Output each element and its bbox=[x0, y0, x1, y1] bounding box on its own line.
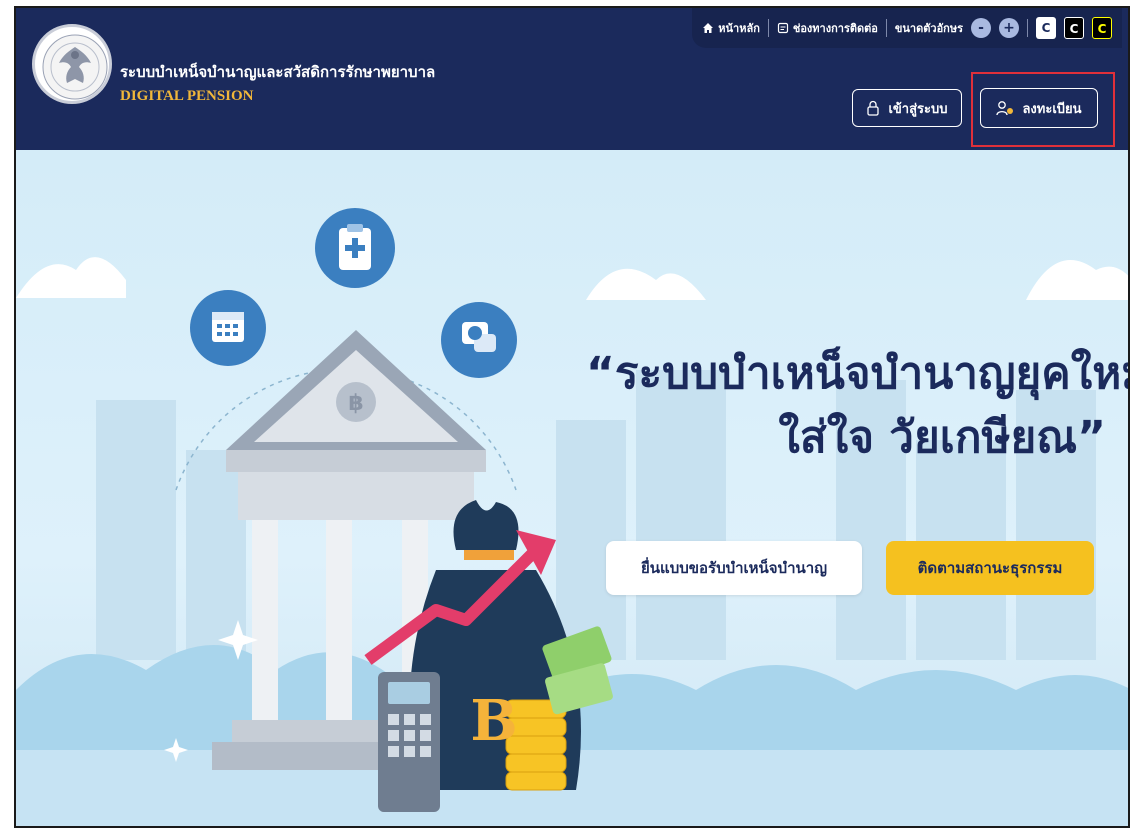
hero-headline-line-2: ใส่ใจ วัยเกษียณ” bbox=[778, 411, 1106, 463]
hero-headline: “ระบบบำเหน็จบำนาญยุคใหม่ ใส่ใจ วัยเกษียณ… bbox=[586, 342, 1128, 470]
font-increase-button[interactable]: + bbox=[999, 18, 1019, 38]
browser-viewport: ระบบบำเหน็จบำนาญและสวัสดิการรักษาพยาบาล … bbox=[14, 6, 1130, 828]
home-icon bbox=[703, 23, 714, 33]
nav-contact-label: ช่องทางการติดต่อ bbox=[792, 22, 878, 35]
top-utility-nav: หน้าหลัก ช่องทางการติดต่อ ขนาดตัวอักษร -… bbox=[692, 8, 1122, 48]
nav-divider bbox=[885, 19, 887, 37]
login-button-label: เข้าสู่ระบบ bbox=[888, 101, 948, 117]
system-name-english: DIGITAL PENSION bbox=[120, 88, 254, 104]
contrast-dark-button[interactable]: C bbox=[1064, 17, 1084, 39]
nav-home-label: หน้าหลัก bbox=[718, 22, 760, 35]
submit-pension-request-button[interactable]: ยื่นแบบขอรับบำเหน็จบำนาญ bbox=[606, 541, 862, 595]
nav-contact-link[interactable]: ช่องทางการติดต่อ bbox=[777, 19, 878, 37]
site-header: ระบบบำเหน็จบำนาญและสวัสดิการรักษาพยาบาล … bbox=[16, 8, 1128, 150]
calculator-icon bbox=[378, 672, 440, 812]
system-name-thai: ระบบบำเหน็จบำนาญและสวัสดิการรักษาพยาบาล bbox=[120, 63, 436, 81]
nav-divider bbox=[767, 19, 769, 37]
garuda-seal-icon bbox=[42, 34, 108, 100]
chat-coin-icon bbox=[441, 302, 517, 378]
department-logo[interactable] bbox=[32, 24, 112, 104]
clipboard-medical-icon bbox=[315, 208, 395, 288]
font-size-label: ขนาดตัวอักษร bbox=[894, 22, 963, 35]
track-transaction-status-button[interactable]: ติดตามสถานะธุรกรรม bbox=[886, 541, 1094, 595]
lock-icon bbox=[867, 100, 880, 116]
login-button[interactable]: เข้าสู่ระบบ bbox=[852, 89, 962, 127]
nav-divider bbox=[1027, 19, 1028, 37]
contrast-yellow-button[interactable]: C bbox=[1092, 17, 1112, 39]
nav-home-link[interactable]: หน้าหลัก bbox=[702, 19, 760, 37]
contrast-default-button[interactable]: C bbox=[1036, 17, 1056, 39]
hero-banner: ฿ B “ระบบบำเหน็จบำนาญยุคใหม่ ใส่ใจ วัยเก… bbox=[16, 150, 1128, 826]
font-decrease-button[interactable]: - bbox=[971, 18, 991, 38]
hero-illustration: ฿ B bbox=[16, 208, 1128, 826]
bank-baht-symbol: ฿ bbox=[348, 391, 363, 416]
hero-headline-line-1: “ระบบบำเหน็จบำนาญยุคใหม่ bbox=[586, 348, 1130, 399]
calendar-icon bbox=[190, 290, 266, 366]
contact-icon bbox=[777, 22, 788, 34]
bag-baht-symbol: B bbox=[470, 688, 517, 754]
register-highlight-box bbox=[971, 72, 1115, 147]
